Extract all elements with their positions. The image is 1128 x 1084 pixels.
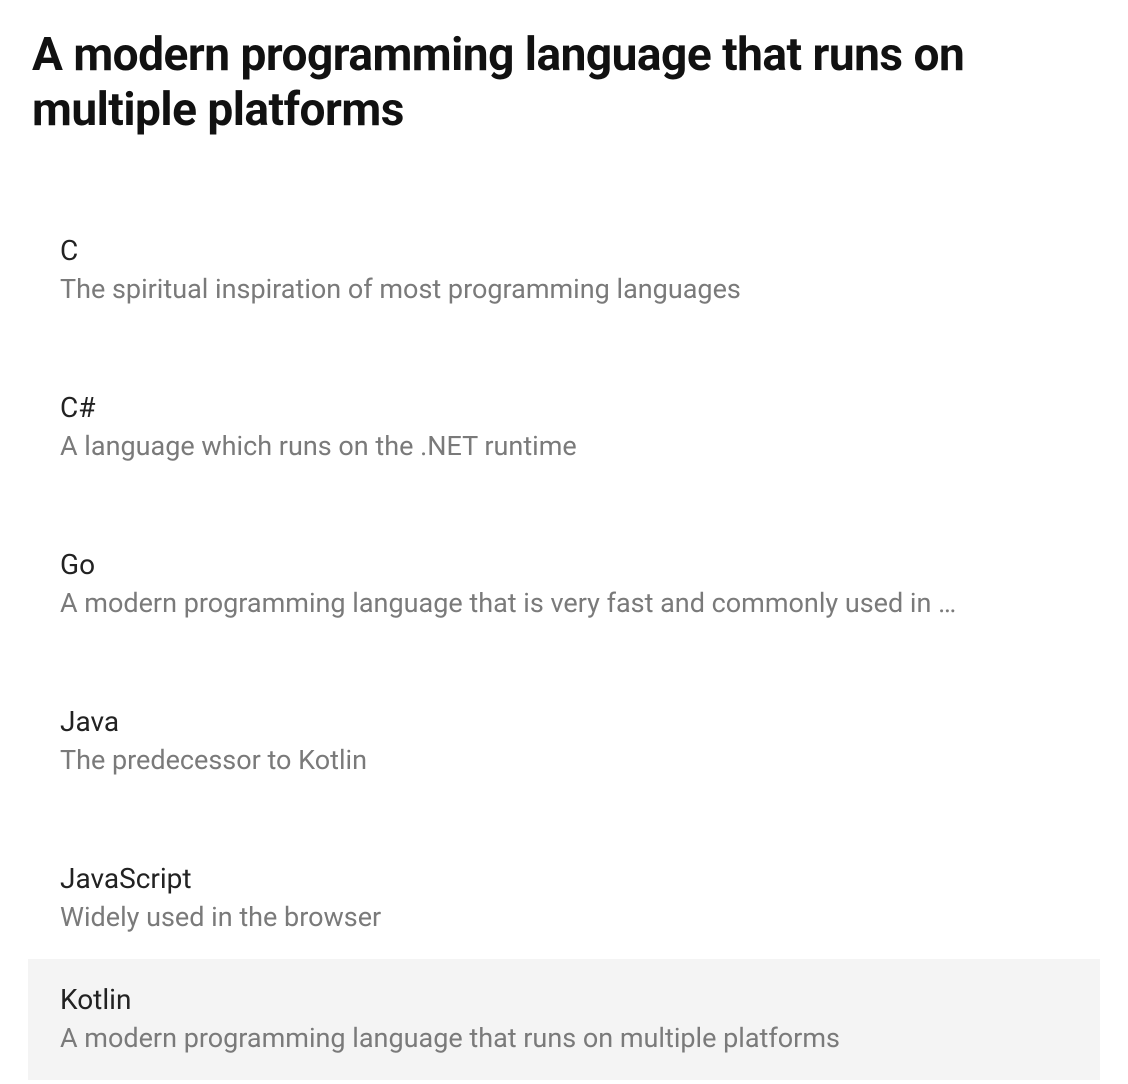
list-item[interactable]: JavaScript Widely used in the browser (28, 838, 1100, 959)
list-item[interactable]: Java The predecessor to Kotlin (28, 681, 1100, 802)
item-title: Java (60, 705, 1068, 738)
item-title: Kotlin (60, 983, 1068, 1016)
list-item[interactable]: C# A language which runs on the .NET run… (28, 367, 1100, 488)
item-description: The spiritual inspiration of most progra… (60, 273, 1068, 305)
item-description: The predecessor to Kotlin (60, 744, 1068, 776)
spacer (28, 802, 1100, 838)
list-item[interactable]: C The spiritual inspiration of most prog… (28, 210, 1100, 331)
page-title: A modern programming language that runs … (28, 28, 1100, 138)
spacer (28, 645, 1100, 681)
list-item[interactable]: Kotlin A modern programming language tha… (28, 959, 1100, 1080)
item-description: A modern programming language that runs … (60, 1022, 1068, 1054)
item-title: C (60, 234, 1068, 267)
item-description: Widely used in the browser (60, 901, 1068, 933)
spacer (28, 331, 1100, 367)
item-title: JavaScript (60, 862, 1068, 895)
list-item[interactable]: Go A modern programming language that is… (28, 524, 1100, 645)
language-list: C The spiritual inspiration of most prog… (28, 210, 1100, 1080)
item-title: C# (60, 391, 1068, 424)
item-title: Go (60, 548, 1068, 581)
item-description: A modern programming language that is ve… (60, 587, 1068, 619)
item-description: A language which runs on the .NET runtim… (60, 430, 1068, 462)
spacer (28, 488, 1100, 524)
